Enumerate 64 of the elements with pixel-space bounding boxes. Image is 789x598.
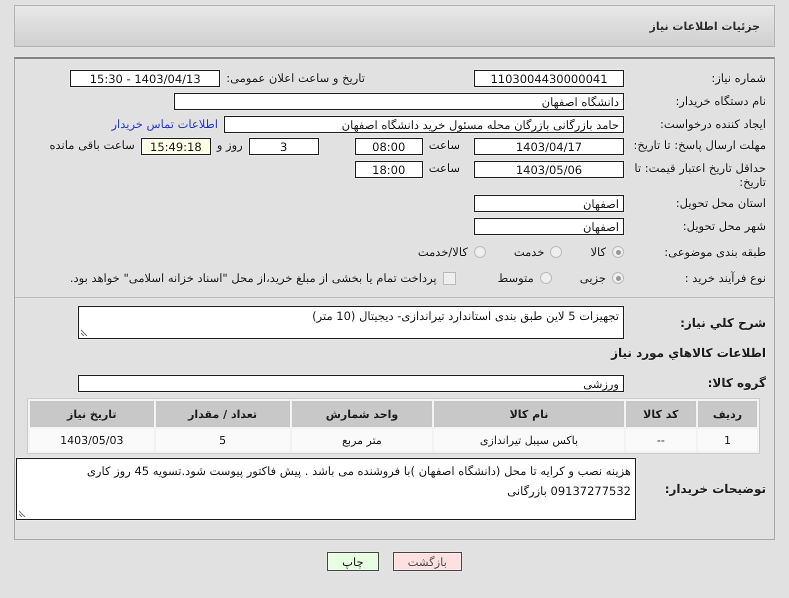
- column-header: تاریخ نیاز: [30, 401, 154, 427]
- field-label: نام دستگاه خریدار:: [674, 94, 767, 108]
- radio-button[interactable]: [550, 246, 562, 258]
- field-label: ایجاد کننده درخواست:: [659, 117, 767, 131]
- field-label: ساعت: [428, 161, 460, 175]
- radio-label: متوسط: [498, 271, 534, 285]
- field-label: توضیحات خریدار:: [664, 482, 767, 496]
- checkbox[interactable]: [442, 272, 456, 284]
- page-title: جزئیات اطلاعات نیاز: [650, 20, 760, 32]
- field-label: روز و: [216, 138, 243, 152]
- table-cell: 1: [698, 429, 757, 451]
- table-cell: --: [626, 429, 696, 451]
- back-button[interactable]: بازگشت: [392, 552, 462, 571]
- radio-label: کالا: [590, 245, 606, 259]
- description-box: تجهیزات 5 لاین طبق بندی استاندارد تیراندازی- دیجیتال (10 متر): [78, 306, 624, 339]
- field-label: طبقه بندی موضوعی:: [663, 245, 767, 259]
- column-header: نام کالا: [434, 401, 624, 427]
- time-field: 18:00: [354, 161, 423, 178]
- field-label: ساعت: [428, 138, 460, 152]
- buyer-field: دانشگاه اصفهان: [174, 92, 624, 110]
- radio-button[interactable]: [612, 246, 624, 258]
- goods-group-field: ورزشی: [78, 374, 624, 392]
- time-field: 08:00: [354, 138, 423, 155]
- field-label: شماره نیاز:: [710, 71, 767, 85]
- need-number-field: 1103004430000041: [474, 70, 624, 86]
- section-title: اطلاعات کالاهاي مورد نياز: [611, 346, 767, 360]
- field-label: گروه کالا:: [706, 376, 767, 390]
- field-label: شهر محل تحویل:: [682, 219, 767, 233]
- field-label: ساعت باقی مانده: [50, 138, 135, 152]
- field-label: استان محل تحویل:: [674, 196, 767, 210]
- date-field: 1403/04/17: [474, 138, 624, 155]
- radio-button[interactable]: [612, 272, 624, 284]
- resize-grip-icon[interactable]: [81, 328, 89, 336]
- creator-field: حامد بازرگانی بازرگان محله مسئول خرید دانشگاه اصفهان: [224, 116, 624, 132]
- column-header: کد کالا: [626, 401, 696, 427]
- contact-link[interactable]: اطلاعات تماس خریدار: [111, 117, 218, 131]
- treasury-note: پرداخت تمام یا بخشی از مبلغ خرید،از محل "اسناد خزانه اسلامی" خواهد بود.: [70, 271, 437, 285]
- field-label: مهلت ارسال پاسخ: تا تاریخ:: [632, 138, 767, 152]
- field-label: تاریخ و ساعت اعلان عمومی:: [226, 71, 365, 85]
- date-field: 1403/05/06: [474, 161, 624, 178]
- radio-label: خدمت: [514, 245, 544, 259]
- days-field: 3: [248, 138, 319, 155]
- column-header: تعداد / مقدار: [156, 401, 290, 427]
- note-line: هزینه نصب و کرایه تا محل (دانشگاه اصفهان )با فروشنده می باشد . پیش فاکتور پیوست شود.تسویه 45 روز کاری: [86, 463, 631, 480]
- field-label: حداقل تاریخ اعتبار قیمت: تا تاریخ:: [633, 161, 767, 189]
- column-header: ردیف: [698, 401, 757, 427]
- province-field: اصفهان: [474, 194, 624, 212]
- field-label: نوع فرآیند خرید :: [684, 271, 767, 285]
- table-cell: 1403/05/03: [30, 429, 154, 451]
- resize-grip-icon[interactable]: [19, 509, 27, 517]
- radio-label: جزیی: [580, 271, 606, 285]
- radio-button[interactable]: [540, 272, 552, 284]
- table-cell: 5: [156, 429, 290, 451]
- radio-button[interactable]: [474, 246, 486, 258]
- note-line: 09137277532 بازرگانی: [506, 483, 631, 500]
- announce-date-field: 1403/04/13 - 15:30: [70, 70, 220, 86]
- column-header: واحد شمارش: [292, 401, 432, 427]
- city-field: اصفهان: [474, 218, 624, 234]
- radio-label: کالا/خدمت: [418, 245, 468, 259]
- table-cell: باکس سیبل تیراندازی: [434, 429, 624, 451]
- remaining-time-field: 15:49:18: [140, 138, 211, 155]
- field-label: شرح کلي نياز:: [679, 316, 767, 330]
- table-cell: متر مربع: [292, 429, 432, 451]
- print-button[interactable]: چاپ: [327, 552, 379, 571]
